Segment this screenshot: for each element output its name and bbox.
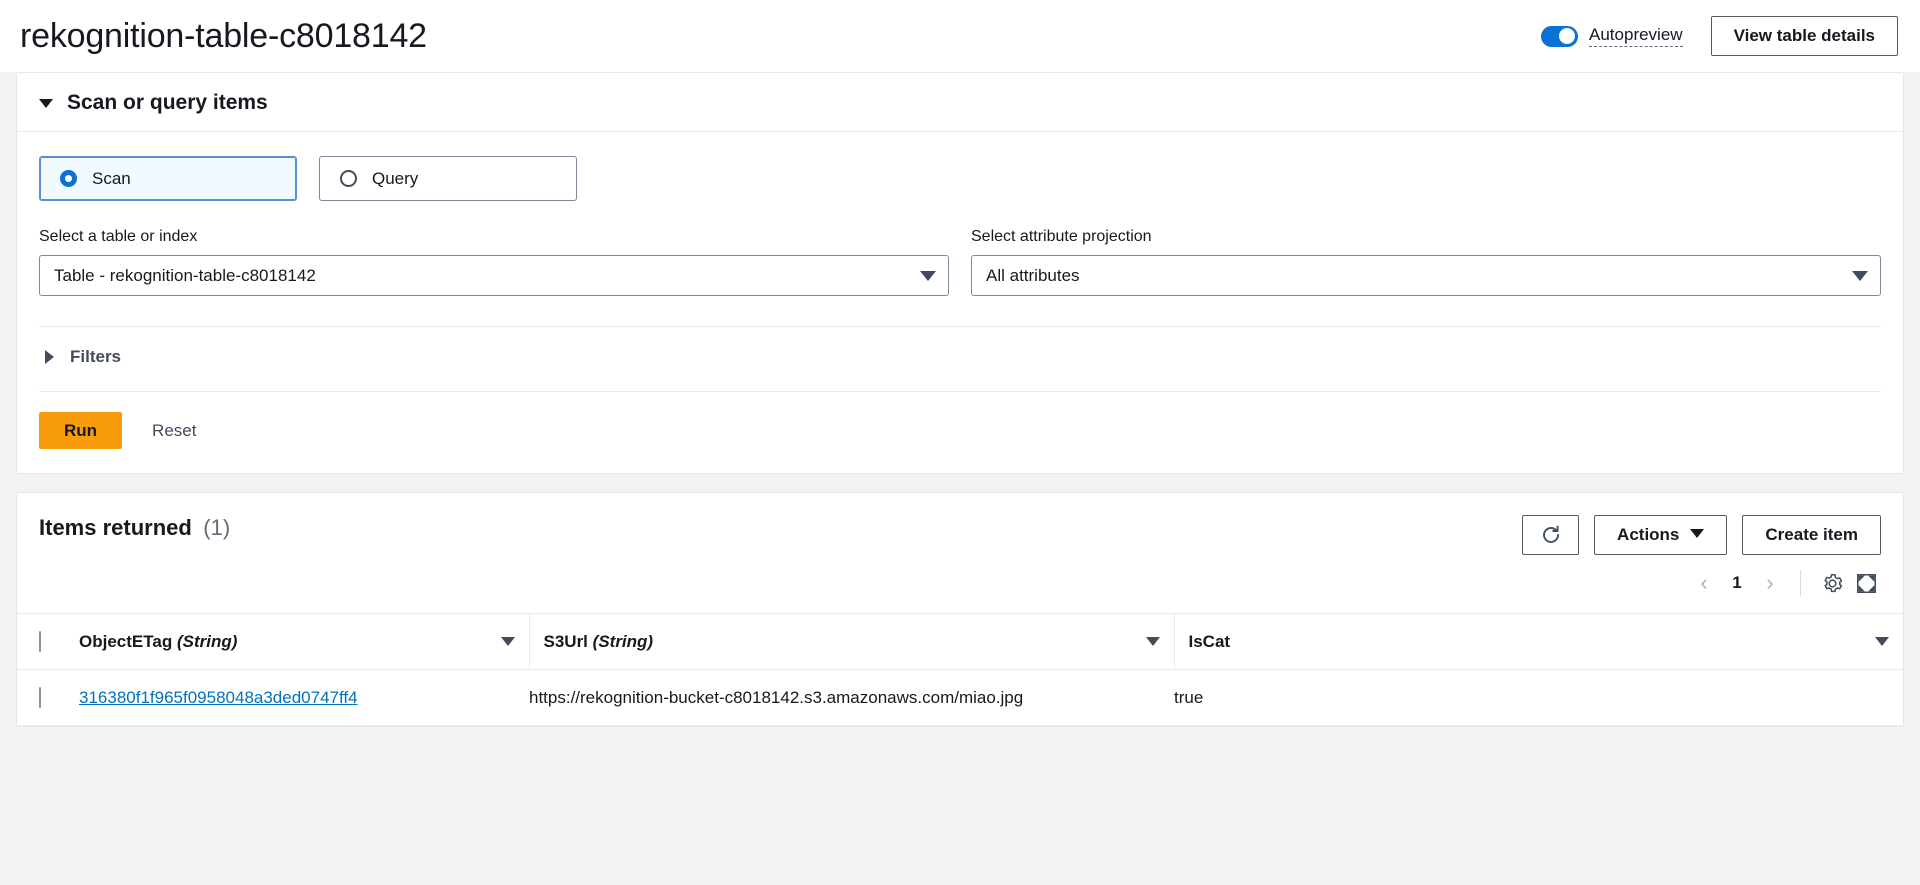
chevron-down-icon — [920, 270, 936, 281]
table-index-label: Select a table or index — [39, 228, 198, 245]
cell-iscat: true — [1174, 669, 1903, 726]
autopreview-toggle-group[interactable]: Autopreview — [1541, 25, 1683, 47]
toggle-knob — [1559, 28, 1576, 44]
row-select-cell — [17, 669, 79, 726]
chevron-down-icon — [39, 98, 53, 108]
objectetag-link[interactable]: 316380f1f965f0958048a3ded0747ff4 — [79, 688, 358, 707]
select-all-checkbox[interactable] — [39, 630, 41, 652]
autopreview-toggle[interactable] — [1541, 25, 1579, 47]
header-actions: Autopreview View table details — [1541, 16, 1898, 56]
pagination-row: ‹ 1 › — [17, 555, 1903, 613]
filters-label: Filters — [70, 347, 122, 366]
divider — [1800, 570, 1801, 596]
radio-query-icon — [340, 170, 357, 187]
column-header-iscat-label: IsCat — [1188, 631, 1231, 651]
column-header-objectetag-label: ObjectETag (String) — [79, 631, 238, 651]
items-table: ObjectETag (String) S3Url (String) IsCat — [17, 613, 1903, 726]
table-header-row: ObjectETag (String) S3Url (String) IsCat — [17, 613, 1903, 670]
items-returned-title: Items returned — [39, 515, 192, 540]
table-settings-button[interactable] — [1815, 567, 1849, 599]
attribute-projection-label: Select attribute projection — [971, 228, 1152, 245]
scan-panel-title: Scan or query items — [67, 91, 268, 114]
view-table-details-button[interactable]: View table details — [1710, 16, 1898, 56]
mode-tile-query-label: Query — [372, 168, 419, 188]
sort-s3url-icon[interactable] — [1145, 637, 1160, 646]
chevron-down-icon — [1690, 529, 1705, 538]
table-index-value: Table - rekognition-table-c8018142 — [54, 265, 316, 285]
run-button[interactable]: Run — [39, 412, 123, 449]
fullscreen-icon — [1856, 573, 1876, 593]
column-header-iscat: IsCat — [1173, 613, 1903, 670]
gear-icon — [1823, 573, 1842, 592]
attribute-projection-value: All attributes — [986, 265, 1080, 285]
radio-scan-icon — [60, 170, 77, 187]
chevron-down-icon — [1852, 270, 1868, 281]
scan-fields: Select a table or index Table - rekognit… — [39, 228, 1881, 296]
items-table-body: 316380f1f965f0958048a3ded0747ff4 https:/… — [17, 669, 1903, 726]
fullscreen-button[interactable] — [1849, 567, 1883, 599]
mode-tile-scan[interactable]: Scan — [39, 156, 297, 201]
items-table-actions: Actions Create item — [1522, 515, 1881, 555]
attribute-projection-select[interactable]: All attributes — [971, 255, 1881, 296]
table-row[interactable]: 316380f1f965f0958048a3ded0747ff4 https:/… — [17, 669, 1903, 726]
mode-tile-query[interactable]: Query — [319, 156, 577, 201]
scan-card-body: Scan Query Select a table or index Table… — [17, 132, 1903, 473]
filters-expander[interactable]: Filters — [45, 347, 121, 367]
column-header-s3url: S3Url (String) — [528, 613, 1174, 670]
sort-iscat-icon[interactable] — [1875, 637, 1889, 646]
page-header: rekognition-table-c8018142 Autopreview V… — [0, 0, 1920, 72]
pagination-next[interactable]: › — [1752, 567, 1788, 599]
select-all-header — [17, 613, 79, 670]
column-header-s3url-label: S3Url (String) — [543, 631, 654, 651]
items-returned-card: Items returned (1) Actions Create item ‹… — [16, 492, 1904, 727]
scan-actions-row: Run Reset — [39, 391, 1881, 473]
create-item-button[interactable]: Create item — [1742, 515, 1881, 555]
mode-tile-scan-label: Scan — [92, 168, 131, 188]
actions-dropdown-button[interactable]: Actions — [1594, 515, 1728, 555]
pagination-prev[interactable]: ‹ — [1686, 567, 1722, 599]
refresh-button[interactable] — [1522, 515, 1580, 555]
scan-panel-expander[interactable]: Scan or query items — [39, 91, 268, 115]
cell-objectetag: 316380f1f965f0958048a3ded0747ff4 — [79, 669, 529, 726]
pagination-page-1[interactable]: 1 — [1722, 573, 1752, 593]
scan-or-query-card: Scan or query items Scan Query Select a … — [16, 72, 1904, 474]
table-index-select[interactable]: Table - rekognition-table-c8018142 — [39, 255, 949, 296]
reset-button[interactable]: Reset — [144, 421, 204, 441]
attribute-projection-field: Select attribute projection All attribut… — [971, 228, 1881, 296]
actions-label: Actions — [1617, 525, 1680, 544]
scan-card-header: Scan or query items — [17, 73, 1903, 132]
items-table-header: Items returned (1) Actions Create item — [17, 493, 1903, 555]
column-header-objectetag: ObjectETag (String) — [79, 613, 529, 670]
items-table-head: ObjectETag (String) S3Url (String) IsCat — [17, 613, 1903, 670]
page-title: rekognition-table-c8018142 — [20, 16, 427, 55]
table-index-field: Select a table or index Table - rekognit… — [39, 228, 949, 296]
autopreview-label[interactable]: Autopreview — [1589, 25, 1683, 47]
refresh-icon — [1542, 525, 1559, 543]
cell-s3url: https://rekognition-bucket-c8018142.s3.a… — [529, 669, 1174, 726]
chevron-right-icon — [45, 350, 54, 364]
row-checkbox[interactable] — [39, 686, 41, 708]
sort-objectetag-icon[interactable] — [500, 637, 515, 646]
items-title-group: Items returned (1) — [39, 515, 230, 541]
mode-radio-group: Scan Query — [39, 156, 1881, 201]
filters-section: Filters — [39, 327, 1881, 391]
items-returned-count: (1) — [203, 515, 231, 540]
